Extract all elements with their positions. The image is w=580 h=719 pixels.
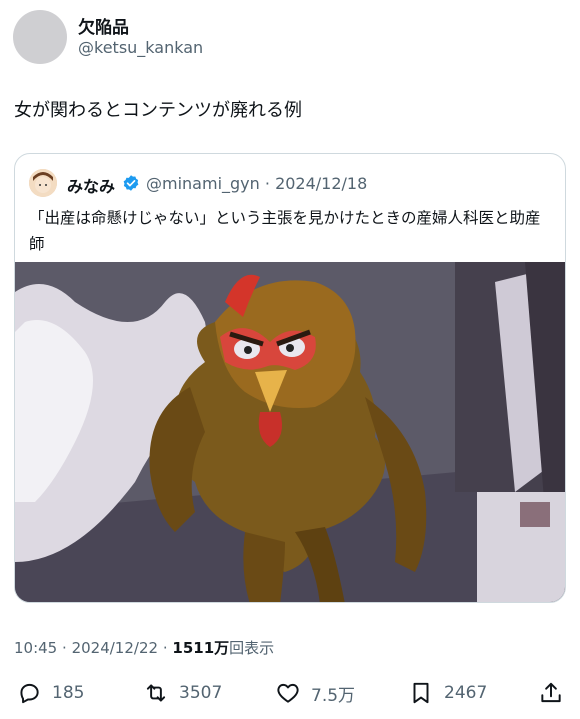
reply-icon (20, 683, 39, 704)
reply-button[interactable]: 185 (16, 678, 84, 708)
quote-separator: · (264, 174, 270, 193)
like-count: 7.5万 (311, 685, 356, 706)
share-icon (541, 682, 561, 703)
verified-badge-icon (123, 175, 139, 191)
author-avatar[interactable] (13, 10, 67, 64)
quote-handle[interactable]: @minami_gyn (146, 174, 260, 193)
quoted-tweet-card[interactable]: みなみ @minami_gyn · 2024/12/18 「出産は命懸けじゃない… (14, 153, 566, 603)
bookmark-button[interactable]: 2467 (408, 678, 487, 708)
retweet-button[interactable]: 3507 (143, 678, 222, 708)
reply-count: 185 (52, 683, 85, 703)
heart-icon (277, 683, 299, 703)
quote-meta: @minami_gyn · 2024/12/18 (146, 174, 367, 193)
author-handle[interactable]: @ketsu_kankan (78, 38, 203, 57)
retweet-count: 3507 (179, 683, 223, 703)
meta-separator-2: · (162, 639, 168, 657)
bookmark-icon (413, 682, 429, 704)
tweet: 欠陥品 @ketsu_kankan 女が関わるとコンテンツが廃れる例 みなみ @… (0, 0, 580, 719)
meta-separator-1: · (62, 639, 67, 657)
tweet-date[interactable]: 2024/12/22 (72, 639, 158, 657)
views-count: 1511万 (172, 639, 230, 657)
share-button[interactable] (538, 678, 564, 708)
quote-display-name[interactable]: みなみ (67, 173, 115, 197)
like-button[interactable]: 7.5万 (275, 678, 355, 708)
tweet-time[interactable]: 10:45 (14, 639, 57, 657)
views-label: 回表示 (229, 639, 275, 657)
quote-author-avatar[interactable] (29, 169, 57, 197)
bookmark-count: 2467 (444, 683, 488, 703)
quoted-media-image[interactable] (15, 262, 566, 603)
author-display-name[interactable]: 欠陥品 (78, 13, 129, 38)
quote-text: 「出産は命懸けじゃない」という主張を見かけたときの産婦人科医と助産師 (29, 209, 541, 253)
tweet-meta: 10:45 · 2024/12/22 · 1511万回表示 (14, 637, 274, 658)
retweet-icon (146, 684, 166, 702)
tweet-text: 女が関わるとコンテンツが廃れる例 (14, 100, 302, 121)
quote-date[interactable]: 2024/12/18 (275, 174, 367, 193)
